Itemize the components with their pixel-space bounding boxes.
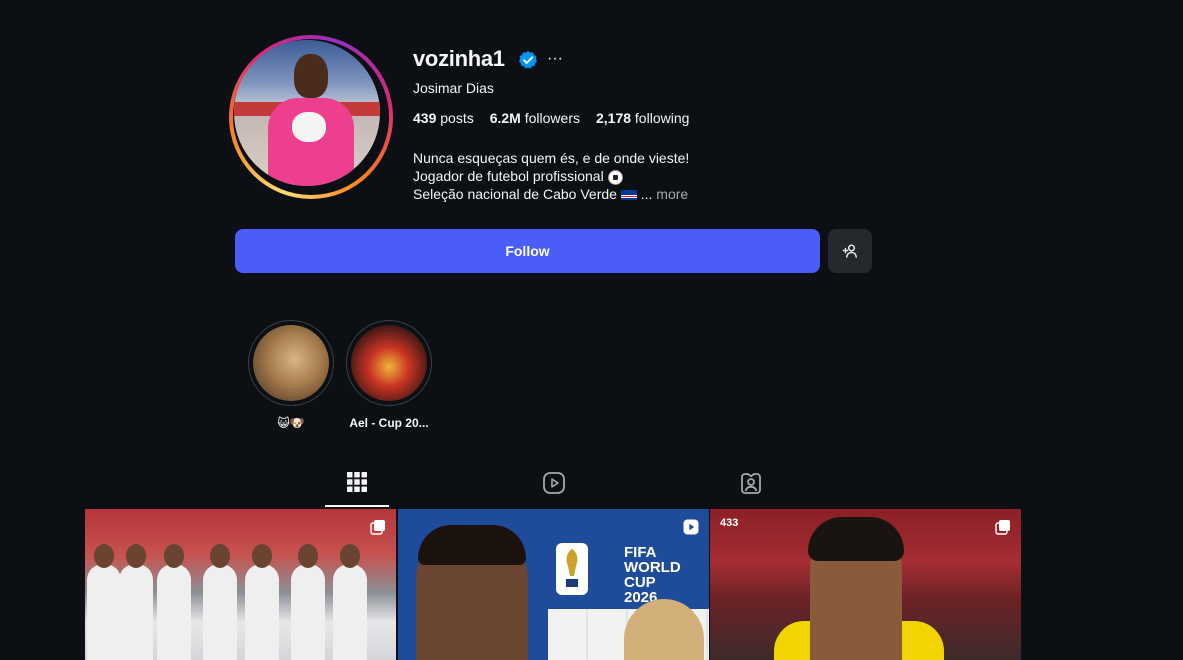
player-hair [808, 517, 904, 561]
following-count: 2,178 [595, 110, 632, 126]
bio-ellipsis: ... [636, 186, 653, 202]
carousel-icon [370, 520, 385, 535]
person-add-icon [842, 244, 857, 258]
highlight-cover [351, 325, 427, 401]
overlay-line: WORLD CUP [624, 559, 681, 591]
reel-play-icon [683, 519, 699, 535]
profile-avatar[interactable] [229, 35, 393, 199]
story-highlight[interactable]: 😺🐶 [248, 320, 334, 430]
profile-stats: 439 posts 6.2M followers 2,178 following [413, 110, 689, 126]
tab-posts[interactable] [325, 471, 389, 507]
bio-more-link[interactable]: more [656, 186, 688, 202]
highlight-label: Ael - Cup 20... [349, 416, 429, 430]
team-player [119, 544, 153, 660]
profile-bio: Nunca esqueças quem és, e de onde vieste… [413, 149, 689, 203]
post-thumbnail[interactable]: 433 [710, 509, 1021, 660]
following-label: following [634, 110, 690, 126]
soccer-ball-icon [607, 169, 623, 185]
tab-reels[interactable] [522, 471, 586, 507]
posts-label: posts [440, 110, 474, 126]
cape-verde-flag-icon [620, 190, 637, 201]
profile-username: vozinha1 [413, 46, 505, 71]
follow-button[interactable]: Follow [235, 229, 820, 273]
profile-full-name: Josimar Dias [413, 80, 494, 96]
bio-line-3-text: Seleção nacional de Cabo Verde [413, 186, 617, 202]
highlight-ring [248, 320, 334, 406]
media-logo: 433 [720, 517, 739, 529]
team-player [157, 544, 191, 660]
team-player [245, 544, 279, 660]
grid-icon [347, 472, 367, 492]
avatar-photo [234, 40, 380, 186]
following-stat[interactable]: 2,178 following [596, 110, 689, 126]
post-thumbnail[interactable] [85, 509, 396, 660]
story-highlight[interactable]: Ael - Cup 20... [346, 320, 432, 430]
suggested-accounts-button[interactable] [828, 229, 872, 273]
followers-count: 6.2M [489, 110, 521, 126]
bio-line-2: Jogador de futebol profissional [413, 167, 689, 185]
tagged-icon [741, 473, 761, 494]
team-player [291, 544, 325, 660]
posts-stat: 439 posts [413, 110, 474, 126]
bio-line-2-text: Jogador de futebol profissional [413, 168, 604, 184]
posts-count: 439 [413, 110, 437, 126]
highlight-ring [346, 320, 432, 406]
followers-label: followers [524, 110, 580, 126]
interviewee-hair [418, 525, 526, 565]
team-player [333, 544, 367, 660]
bio-line-1: Nunca esqueças quem és, e de onde vieste… [413, 150, 690, 166]
reels-icon [543, 472, 565, 494]
tab-tagged[interactable] [719, 471, 783, 507]
team-player [203, 544, 237, 660]
more-options-icon[interactable]: ··· [547, 50, 563, 68]
highlight-cover [253, 325, 329, 401]
team-player [87, 544, 121, 660]
world-cup-trophy-icon [556, 543, 588, 595]
overlay-line: FIFA [624, 544, 657, 561]
world-cup-overlay-text: FIFA WORLD CUP 2026 [624, 545, 709, 605]
followers-stat[interactable]: 6.2M followers [490, 110, 580, 126]
post-thumbnail[interactable]: FIFA WORLD CUP 2026 [398, 509, 709, 660]
bio-line-3: Seleção nacional de Cabo Verde ... more [413, 185, 689, 203]
carousel-icon [995, 520, 1010, 535]
verified-badge-icon [519, 51, 537, 69]
highlight-label: 😺🐶 [277, 416, 305, 430]
